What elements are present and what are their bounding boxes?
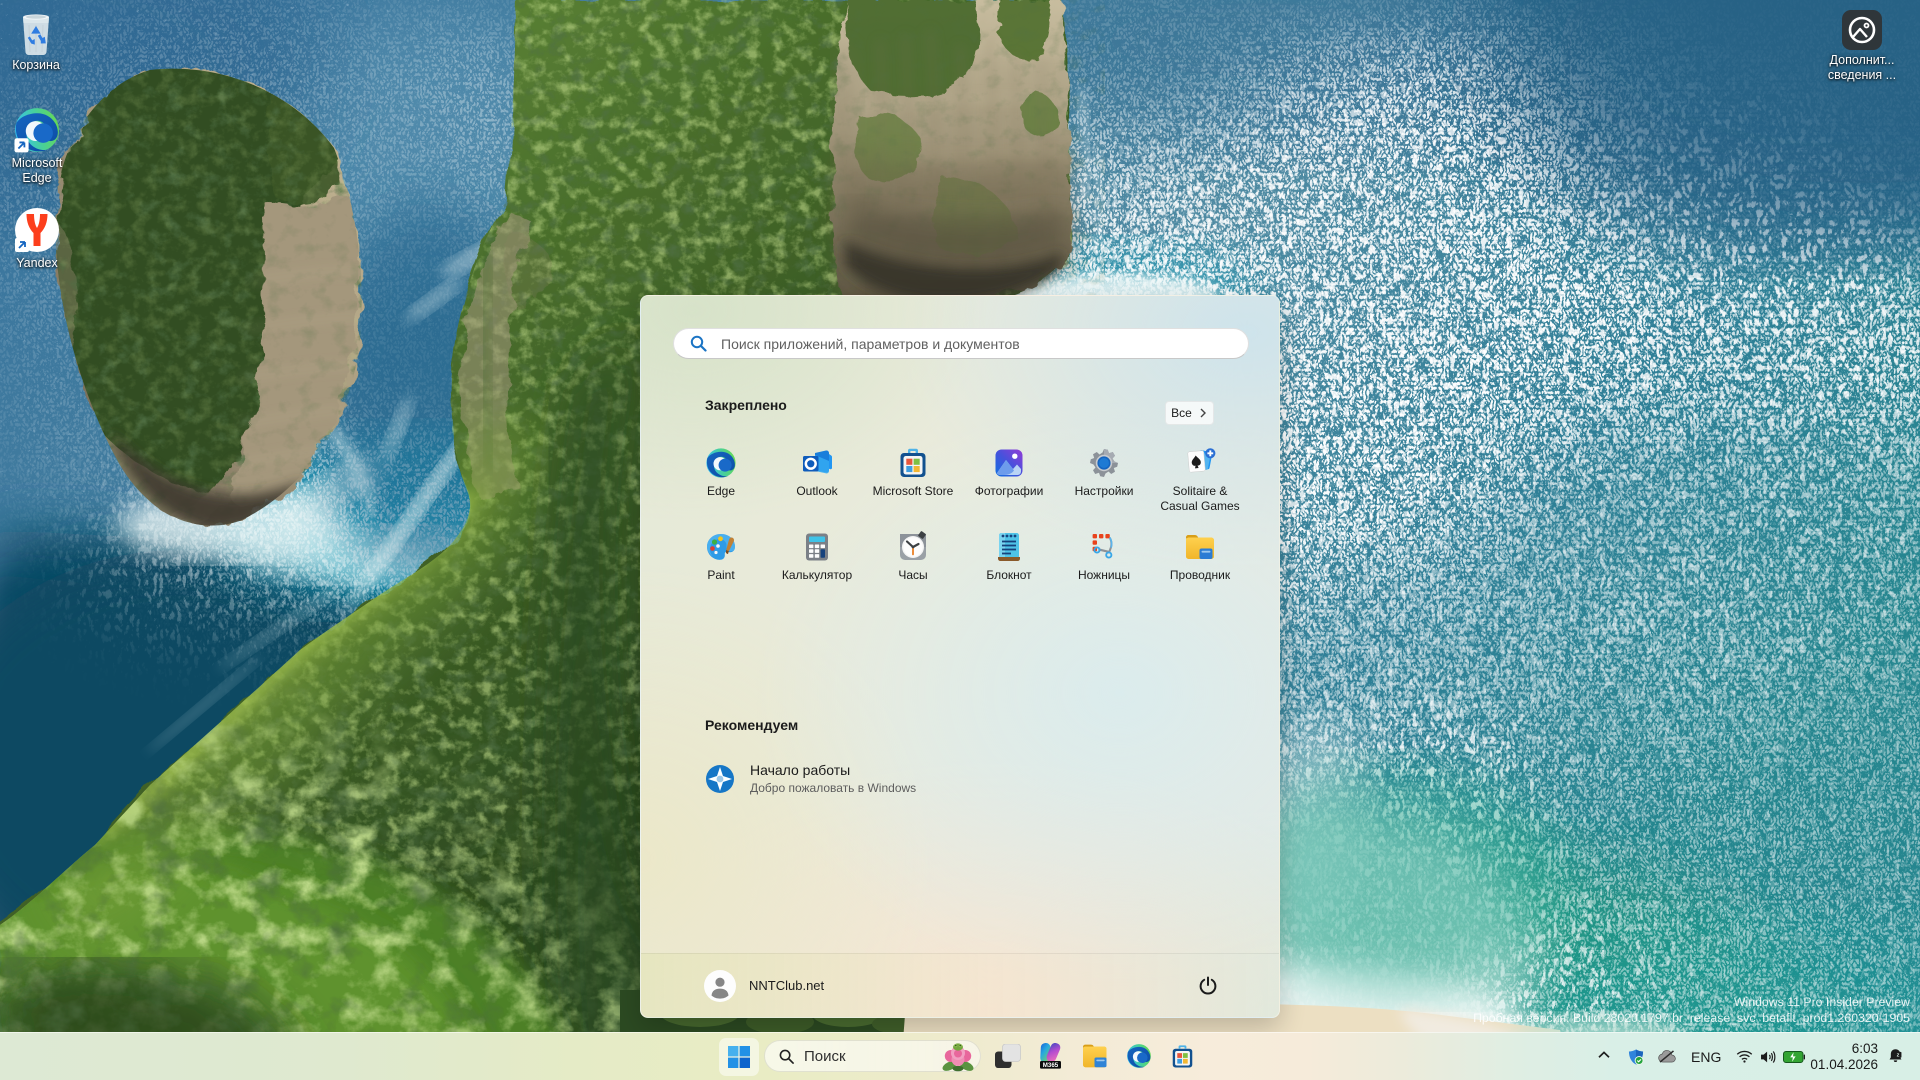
svg-text:z: z xyxy=(1897,1053,1900,1059)
svg-text:M365: M365 xyxy=(1043,1062,1059,1069)
